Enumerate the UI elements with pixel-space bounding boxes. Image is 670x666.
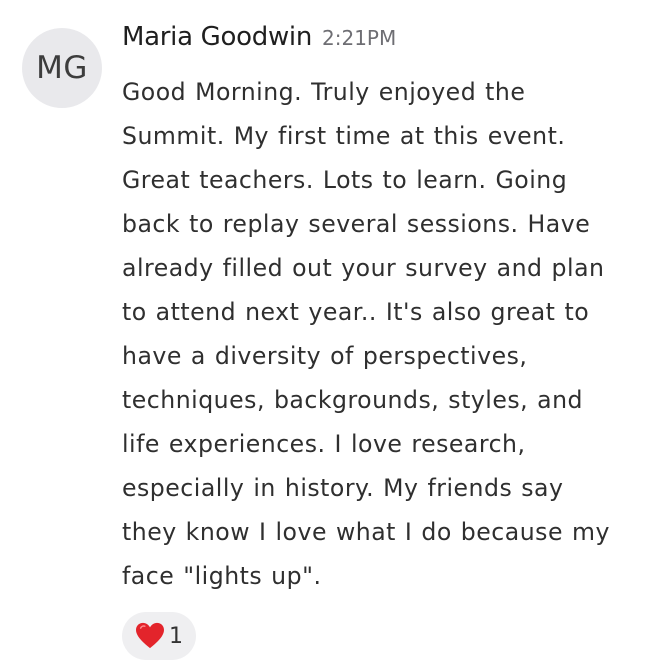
message-line: they know I love what I do because my (122, 518, 610, 546)
chat-message: MG Maria Goodwin 2:21PM Good Morning. Tr… (0, 0, 670, 666)
message-line: face "lights up". (122, 562, 322, 590)
message-line: already filled out your survey and plan (122, 254, 605, 282)
message-line: Summit. My first time at this event. (122, 122, 566, 150)
message-line: have a diversity of perspectives, (122, 342, 528, 370)
author-name[interactable]: Maria Goodwin (122, 22, 312, 52)
message-timestamp: 2:21PM (322, 26, 397, 50)
reaction-count: 1 (169, 623, 183, 649)
message-line: Great teachers. Lots to learn. Going (122, 166, 568, 194)
message-line: Good Morning. Truly enjoyed the (122, 78, 526, 106)
heart-icon (136, 622, 164, 649)
message-line: to attend next year.. It's also great to (122, 298, 590, 326)
message-line: life experiences. I love research, (122, 430, 526, 458)
message-line: especially in history. My friends say (122, 474, 564, 502)
message-body: Good Morning. Truly enjoyed the Summit. … (122, 70, 664, 598)
message-line: techniques, backgrounds, styles, and (122, 386, 584, 414)
message-line: back to replay several sessions. Have (122, 210, 591, 238)
heart-reaction-button[interactable]: 1 (122, 612, 196, 660)
avatar[interactable]: MG (22, 28, 102, 108)
message-header: Maria Goodwin 2:21PM (122, 22, 396, 62)
